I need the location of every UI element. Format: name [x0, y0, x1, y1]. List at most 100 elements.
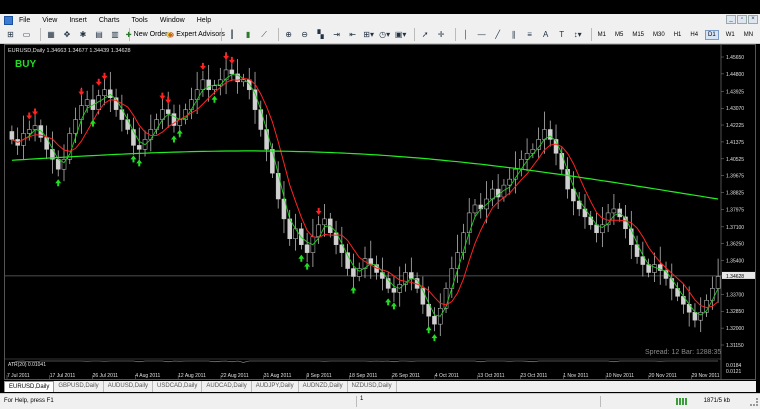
terminal-icon[interactable]: ▤ — [93, 28, 106, 41]
channel-icon[interactable]: ∥ — [507, 28, 520, 41]
tab-audcad[interactable]: AUDCAD,Daily — [202, 381, 252, 392]
date-tick-label: 4 Oct 2011 — [435, 373, 459, 379]
price-tick-label: 1.45650 — [726, 55, 744, 61]
price-chart[interactable]: EURUSD,Daily 1.34663 1.34677 1.34439 1.3… — [5, 45, 755, 379]
menu-help[interactable]: Help — [197, 17, 211, 24]
price-tick-label: 1.32850 — [726, 309, 744, 315]
chart-shift-icon[interactable]: ⇤ — [346, 28, 359, 41]
menu-view[interactable]: View — [42, 17, 57, 24]
tab-usdcad[interactable]: USDCAD,Daily — [153, 381, 203, 392]
zoom-out-icon[interactable]: ⊖ — [298, 28, 311, 41]
candle-body — [9, 131, 15, 140]
candle-body — [102, 89, 107, 96]
timeframe-mn[interactable]: MN — [742, 31, 755, 39]
candle-body — [351, 268, 356, 277]
timeframe-m15[interactable]: M15 — [630, 31, 646, 39]
date-tick-label: 23 Oct 2011 — [520, 373, 547, 379]
down-arrow-icon — [199, 62, 206, 70]
price-tick-label: 1.31150 — [726, 343, 744, 349]
line-chart-icon[interactable]: ⟋ — [258, 28, 271, 41]
close-icon[interactable]: × — [748, 15, 758, 24]
atr-line — [11, 360, 719, 364]
zoom-in-icon[interactable]: ⊕ — [282, 28, 295, 41]
minimize-icon[interactable]: _ — [726, 15, 736, 24]
profiles-icon[interactable]: ▭ — [20, 28, 33, 41]
candle-body — [194, 89, 200, 100]
expert-advisors-button[interactable]: ⊗ Expert Advisors — [168, 28, 225, 41]
crosshair-icon[interactable]: ✛ — [435, 28, 448, 41]
text-icon[interactable]: A — [539, 28, 552, 41]
data-window-icon[interactable]: ✥ — [61, 28, 74, 41]
candle-body — [461, 232, 466, 253]
price-tick-label: 1.43070 — [726, 106, 744, 112]
tab-eurusd[interactable]: EURUSD,Daily — [4, 381, 55, 392]
arrows-icon[interactable]: ↕▾ — [571, 28, 584, 41]
periods-icon[interactable]: ◷▾ — [378, 28, 391, 41]
templates-icon[interactable]: ▣▾ — [394, 28, 407, 41]
candle-body — [200, 79, 206, 91]
candle-body — [652, 264, 657, 273]
timeframe-h1[interactable]: H1 — [672, 31, 684, 39]
timeframe-d1[interactable]: D1 — [705, 29, 719, 40]
tile-windows-icon[interactable]: ▚ — [314, 28, 327, 41]
menu-tools[interactable]: Tools — [131, 17, 147, 24]
new-order-button[interactable]: ✚ New Order — [126, 28, 168, 41]
candle-body — [26, 129, 32, 134]
price-tick-label: 1.39675 — [726, 174, 744, 180]
candle-body — [73, 119, 78, 134]
trendline-icon[interactable]: ╱ — [491, 28, 504, 41]
tab-audnzd[interactable]: AUDNZD,Daily — [299, 381, 348, 392]
candle-body — [629, 228, 634, 245]
candle-body — [646, 264, 651, 273]
candle-body — [692, 311, 698, 321]
menu-charts[interactable]: Charts — [99, 17, 120, 24]
up-arrow-icon — [170, 135, 177, 143]
date-tick-label: 17 Jul 2011 — [50, 373, 76, 379]
tab-gbpusd[interactable]: GBPUSD,Daily — [54, 381, 104, 392]
candle-body — [32, 125, 38, 130]
tab-audjpy[interactable]: AUDJPY,Daily — [252, 381, 299, 392]
tab-nzdusd[interactable]: NZDUSD,Daily — [348, 381, 397, 392]
menu-insert[interactable]: Insert — [69, 17, 87, 24]
timeframe-m5[interactable]: M5 — [613, 31, 625, 39]
bar-chart-icon[interactable]: ┃ — [226, 28, 239, 41]
up-arrow-icon — [385, 298, 392, 306]
timeframe-m30[interactable]: M30 — [651, 31, 667, 39]
candle-body — [136, 145, 142, 150]
timeframe-w1[interactable]: W1 — [724, 31, 737, 39]
connection-status: 1871/5 kb — [703, 398, 730, 404]
fibonacci-icon[interactable]: ≡ — [523, 28, 536, 41]
up-arrow-icon — [136, 159, 143, 167]
price-tick-label: 1.44800 — [726, 72, 744, 78]
menu-window[interactable]: Window — [160, 17, 185, 24]
app-icon[interactable] — [4, 15, 13, 25]
chart-window[interactable]: EURUSD,Daily 1.34663 1.34677 1.34439 1.3… — [4, 44, 756, 380]
date-tick-label: 13 Oct 2011 — [478, 373, 505, 379]
market-watch-icon[interactable]: ▦ — [45, 28, 58, 41]
cursor-icon[interactable]: ➚ — [419, 28, 432, 41]
tester-icon[interactable]: ▥ — [109, 28, 122, 41]
indicators-icon[interactable]: ⊞▾ — [362, 28, 375, 41]
candlestick-icon[interactable]: ▮ — [242, 28, 255, 41]
window-controls: _ ▫ × — [726, 15, 758, 24]
navigator-icon[interactable]: ✱ — [77, 28, 90, 41]
timeframe-h4[interactable]: H4 — [688, 31, 700, 39]
autoscroll-icon[interactable]: ⇥ — [330, 28, 343, 41]
new-chart-icon[interactable]: ⊞ — [4, 28, 17, 41]
vertical-line-icon[interactable]: │ — [459, 28, 472, 41]
candle-body — [264, 129, 269, 150]
date-tick-label: 4 Aug 2011 — [135, 373, 160, 379]
candle-body — [391, 288, 397, 293]
horizontal-line-icon[interactable]: — — [475, 28, 488, 41]
date-tick-label: 20 Nov 2011 — [649, 373, 677, 379]
menu-file[interactable]: File — [19, 17, 30, 24]
candle-body — [594, 224, 599, 234]
tab-audusd[interactable]: AUDUSD,Daily — [104, 381, 154, 392]
price-tick-label: 1.33700 — [726, 292, 744, 298]
date-tick-label: 1 Nov 2011 — [563, 373, 588, 379]
spread-bar-info: Spread: 12 Bar: 1288:35 — [645, 349, 721, 356]
restore-icon[interactable]: ▫ — [737, 15, 747, 24]
text-label-icon[interactable]: T — [555, 28, 568, 41]
resize-grip-icon[interactable] — [750, 398, 758, 406]
timeframe-m1[interactable]: M1 — [596, 31, 608, 39]
